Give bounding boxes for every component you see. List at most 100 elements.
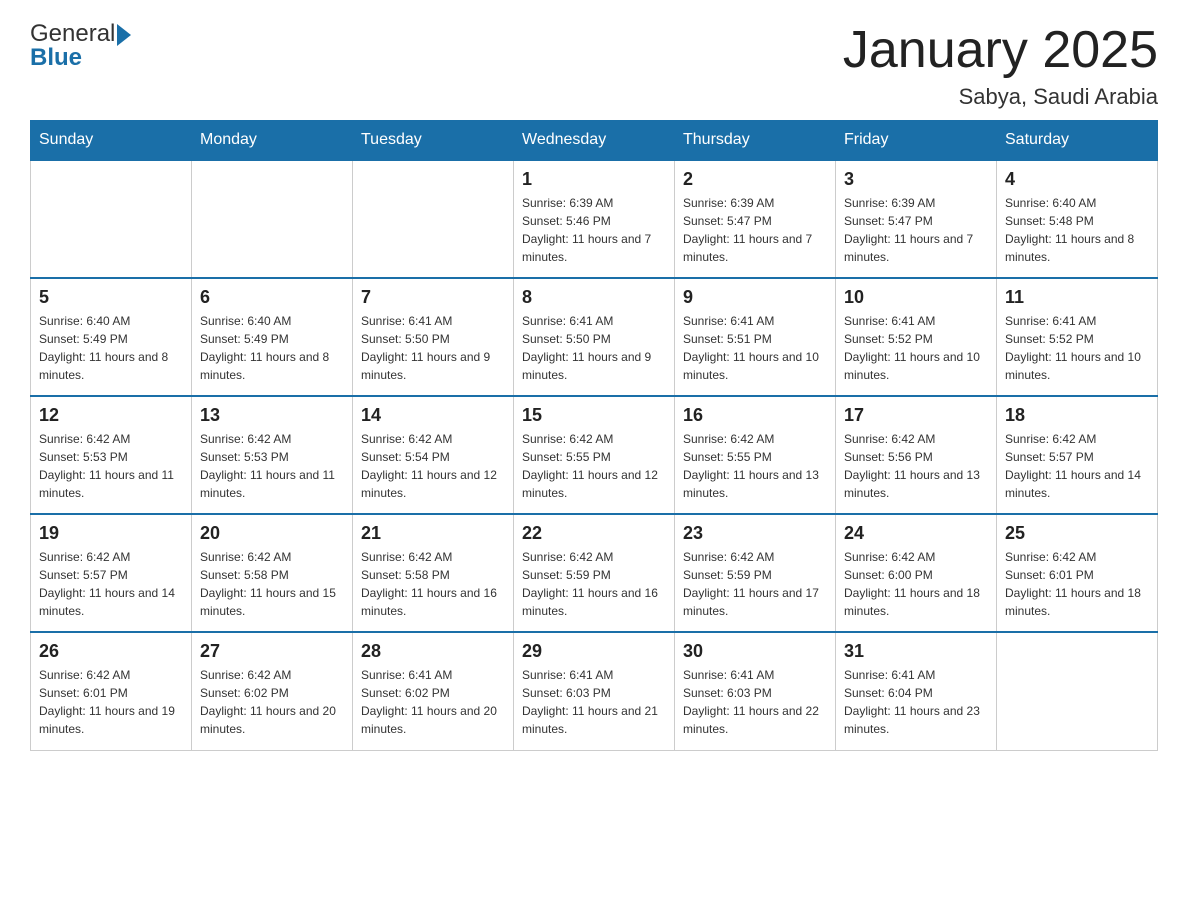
day-number: 23: [683, 523, 827, 544]
day-number: 19: [39, 523, 183, 544]
page-header: General Blue January 2025 Sabya, Saudi A…: [30, 20, 1158, 110]
calendar-cell: 18 Sunrise: 6:42 AMSunset: 5:57 PMDayligh…: [997, 396, 1158, 514]
day-info: Sunrise: 6:40 AMSunset: 5:49 PMDaylight:…: [200, 312, 344, 384]
calendar-cell: 25Sunrise: 6:42 AMSunset: 6:01 PMDayligh…: [997, 514, 1158, 632]
day-number: 5: [39, 287, 183, 308]
day-number: 1: [522, 169, 666, 190]
calendar-cell: 12 Sunrise: 6:42 AMSunset: 5:53 PMDayligh…: [31, 396, 192, 514]
day-number: 18: [1005, 405, 1149, 426]
day-number: 14: [361, 405, 505, 426]
calendar-cell: 24 Sunrise: 6:42 AMSunset: 6:00 PMDayligh…: [836, 514, 997, 632]
calendar-cell: 5 Sunrise: 6:40 AMSunset: 5:49 PMDaylight…: [31, 278, 192, 396]
logo-blue-text: Blue: [30, 44, 131, 72]
day-info: Sunrise: 6:42 AMSunset: 5:59 PMDaylight:…: [683, 548, 827, 620]
logo-triangle-icon: [117, 24, 131, 46]
day-info: Sunrise: 6:42 AMSunset: 5:56 PMDaylight:…: [844, 430, 988, 502]
day-info: Sunrise: 6:42 AMSunset: 5:57 PMDaylight:…: [39, 548, 183, 620]
header-cell-friday: Friday: [836, 121, 997, 161]
calendar-cell: 27Sunrise: 6:42 AMSunset: 6:02 PMDayligh…: [192, 632, 353, 750]
header-cell-thursday: Thursday: [675, 121, 836, 161]
day-number: 30: [683, 641, 827, 662]
calendar-cell: [997, 632, 1158, 750]
day-info: Sunrise: 6:41 AMSunset: 6:03 PMDaylight:…: [683, 666, 827, 738]
day-number: 7: [361, 287, 505, 308]
day-number: 11: [1005, 287, 1149, 308]
calendar-week-row: 19 Sunrise: 6:42 AMSunset: 5:57 PMDayligh…: [31, 514, 1158, 632]
header-cell-monday: Monday: [192, 121, 353, 161]
calendar-cell: 8Sunrise: 6:41 AMSunset: 5:50 PMDaylight…: [514, 278, 675, 396]
day-number: 9: [683, 287, 827, 308]
calendar-cell: 23 Sunrise: 6:42 AMSunset: 5:59 PMDayligh…: [675, 514, 836, 632]
calendar-cell: [353, 160, 514, 278]
calendar-cell: 2 Sunrise: 6:39 AMSunset: 5:47 PMDaylight…: [675, 160, 836, 278]
location-text: Sabya, Saudi Arabia: [843, 84, 1158, 110]
day-number: 6: [200, 287, 344, 308]
day-info: Sunrise: 6:42 AMSunset: 5:55 PMDaylight:…: [522, 430, 666, 502]
day-number: 17: [844, 405, 988, 426]
day-number: 20: [200, 523, 344, 544]
day-info: Sunrise: 6:41 AMSunset: 6:04 PMDaylight:…: [844, 666, 988, 738]
day-number: 29: [522, 641, 666, 662]
day-info: Sunrise: 6:42 AMSunset: 5:55 PMDaylight:…: [683, 430, 827, 502]
header-cell-saturday: Saturday: [997, 121, 1158, 161]
calendar-cell: 15 Sunrise: 6:42 AMSunset: 5:55 PMDayligh…: [514, 396, 675, 514]
day-number: 31: [844, 641, 988, 662]
calendar-cell: 14 Sunrise: 6:42 AMSunset: 5:54 PMDayligh…: [353, 396, 514, 514]
calendar-cell: 21Sunrise: 6:42 AMSunset: 5:58 PMDayligh…: [353, 514, 514, 632]
logo: General Blue: [30, 20, 131, 72]
day-number: 15: [522, 405, 666, 426]
calendar-cell: 9Sunrise: 6:41 AMSunset: 5:51 PMDaylight…: [675, 278, 836, 396]
calendar-cell: 30 Sunrise: 6:41 AMSunset: 6:03 PMDayligh…: [675, 632, 836, 750]
day-info: Sunrise: 6:41 AMSunset: 6:02 PMDaylight:…: [361, 666, 505, 738]
day-info: Sunrise: 6:39 AMSunset: 5:46 PMDaylight:…: [522, 194, 666, 266]
day-info: Sunrise: 6:39 AMSunset: 5:47 PMDaylight:…: [683, 194, 827, 266]
day-info: Sunrise: 6:42 AMSunset: 5:58 PMDaylight:…: [200, 548, 344, 620]
day-info: Sunrise: 6:42 AMSunset: 6:01 PMDaylight:…: [1005, 548, 1149, 620]
calendar-cell: 1 Sunrise: 6:39 AMSunset: 5:46 PMDaylight…: [514, 160, 675, 278]
calendar-cell: [192, 160, 353, 278]
calendar-cell: 28 Sunrise: 6:41 AMSunset: 6:02 PMDayligh…: [353, 632, 514, 750]
day-info: Sunrise: 6:42 AMSunset: 6:02 PMDaylight:…: [200, 666, 344, 738]
calendar-cell: 13Sunrise: 6:42 AMSunset: 5:53 PMDayligh…: [192, 396, 353, 514]
calendar-cell: 22Sunrise: 6:42 AMSunset: 5:59 PMDayligh…: [514, 514, 675, 632]
day-info: Sunrise: 6:42 AMSunset: 6:01 PMDaylight:…: [39, 666, 183, 738]
day-number: 2: [683, 169, 827, 190]
title-section: January 2025 Sabya, Saudi Arabia: [843, 20, 1158, 110]
day-info: Sunrise: 6:41 AMSunset: 5:52 PMDaylight:…: [1005, 312, 1149, 384]
calendar-week-row: 1 Sunrise: 6:39 AMSunset: 5:46 PMDaylight…: [31, 160, 1158, 278]
day-number: 3: [844, 169, 988, 190]
day-info: Sunrise: 6:40 AMSunset: 5:49 PMDaylight:…: [39, 312, 183, 384]
calendar-cell: [31, 160, 192, 278]
day-info: Sunrise: 6:42 AMSunset: 5:57 PMDaylight:…: [1005, 430, 1149, 502]
day-info: Sunrise: 6:42 AMSunset: 5:54 PMDaylight:…: [361, 430, 505, 502]
day-info: Sunrise: 6:41 AMSunset: 5:52 PMDaylight:…: [844, 312, 988, 384]
day-info: Sunrise: 6:41 AMSunset: 6:03 PMDaylight:…: [522, 666, 666, 738]
day-number: 24: [844, 523, 988, 544]
calendar-cell: 31 Sunrise: 6:41 AMSunset: 6:04 PMDayligh…: [836, 632, 997, 750]
day-info: Sunrise: 6:41 AMSunset: 5:50 PMDaylight:…: [361, 312, 505, 384]
calendar-cell: 11 Sunrise: 6:41 AMSunset: 5:52 PMDayligh…: [997, 278, 1158, 396]
calendar-cell: 16Sunrise: 6:42 AMSunset: 5:55 PMDayligh…: [675, 396, 836, 514]
day-number: 13: [200, 405, 344, 426]
day-number: 26: [39, 641, 183, 662]
calendar-cell: 26 Sunrise: 6:42 AMSunset: 6:01 PMDayligh…: [31, 632, 192, 750]
header-cell-sunday: Sunday: [31, 121, 192, 161]
calendar-header-row: SundayMondayTuesdayWednesdayThursdayFrid…: [31, 121, 1158, 161]
day-number: 21: [361, 523, 505, 544]
calendar-cell: 19 Sunrise: 6:42 AMSunset: 5:57 PMDayligh…: [31, 514, 192, 632]
calendar-cell: 20 Sunrise: 6:42 AMSunset: 5:58 PMDayligh…: [192, 514, 353, 632]
calendar-cell: 4Sunrise: 6:40 AMSunset: 5:48 PMDaylight…: [997, 160, 1158, 278]
day-number: 12: [39, 405, 183, 426]
calendar-table: SundayMondayTuesdayWednesdayThursdayFrid…: [30, 120, 1158, 751]
day-info: Sunrise: 6:42 AMSunset: 6:00 PMDaylight:…: [844, 548, 988, 620]
day-info: Sunrise: 6:42 AMSunset: 5:53 PMDaylight:…: [39, 430, 183, 502]
calendar-cell: 6 Sunrise: 6:40 AMSunset: 5:49 PMDaylight…: [192, 278, 353, 396]
calendar-week-row: 12 Sunrise: 6:42 AMSunset: 5:53 PMDayligh…: [31, 396, 1158, 514]
calendar-cell: 3Sunrise: 6:39 AMSunset: 5:47 PMDaylight…: [836, 160, 997, 278]
day-number: 28: [361, 641, 505, 662]
header-cell-tuesday: Tuesday: [353, 121, 514, 161]
calendar-week-row: 26 Sunrise: 6:42 AMSunset: 6:01 PMDayligh…: [31, 632, 1158, 750]
header-cell-wednesday: Wednesday: [514, 121, 675, 161]
day-info: Sunrise: 6:41 AMSunset: 5:50 PMDaylight:…: [522, 312, 666, 384]
day-info: Sunrise: 6:40 AMSunset: 5:48 PMDaylight:…: [1005, 194, 1149, 266]
